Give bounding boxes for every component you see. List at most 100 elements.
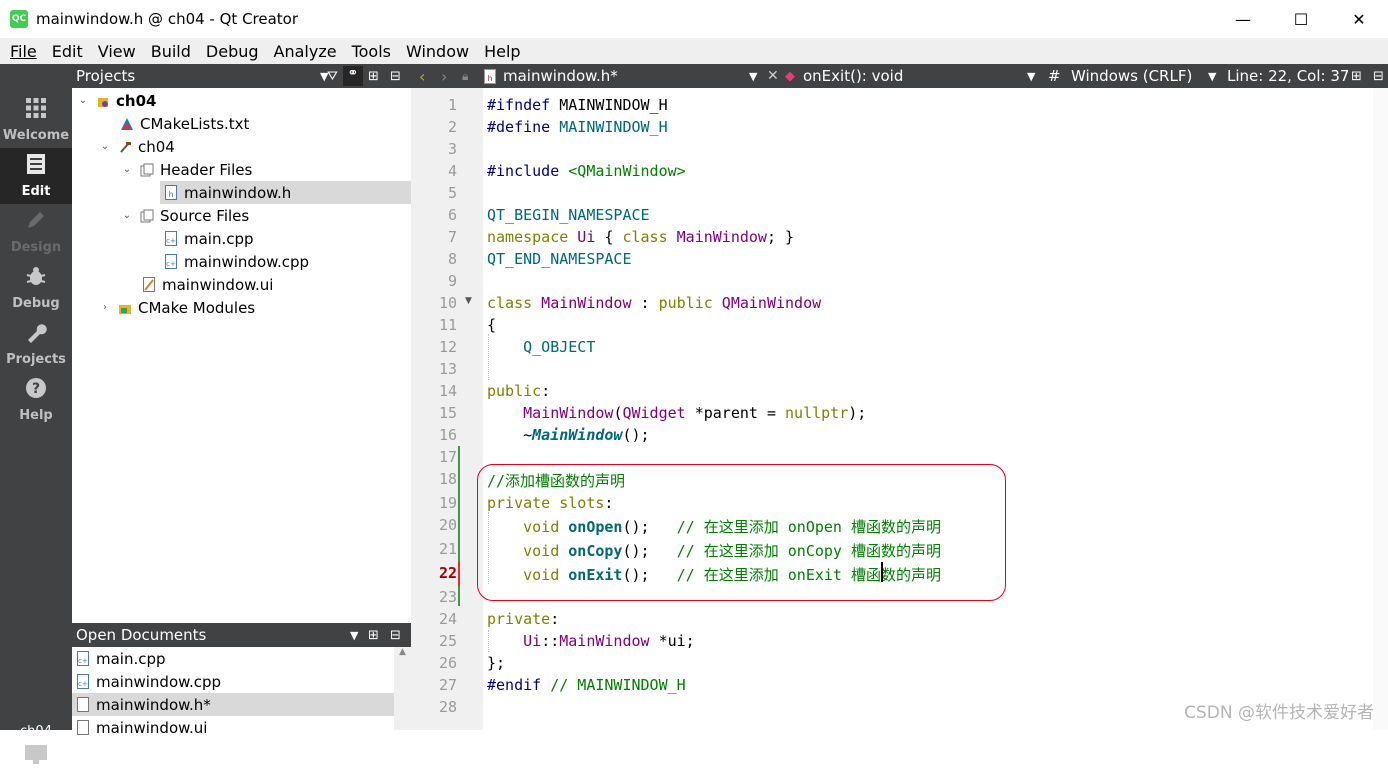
tree-item-label: mainwindow.cpp bbox=[184, 252, 310, 271]
menu-edit[interactable]: Edit bbox=[52, 42, 83, 61]
header-file-icon: h bbox=[164, 185, 178, 201]
tree-item-label: ch04 bbox=[116, 91, 157, 110]
editor-scrollbar[interactable] bbox=[1373, 88, 1388, 730]
mode-projects[interactable]: Projects bbox=[0, 316, 72, 372]
document-icon bbox=[26, 153, 46, 180]
code-token: }; bbox=[487, 654, 506, 672]
line-endings-dropdown-icon[interactable]: ▼ bbox=[1208, 64, 1216, 88]
open-documents-header: Open Documents ▼ ⊞ ⊟ bbox=[72, 623, 411, 647]
tree-item-label: mainwindow.h bbox=[184, 183, 292, 202]
chevron-right-icon[interactable]: › bbox=[98, 302, 112, 313]
header-file-icon: h bbox=[483, 68, 497, 84]
header-file-icon bbox=[76, 697, 90, 713]
line-number: 6 bbox=[447, 206, 457, 224]
cpp-file-icon: c+ bbox=[76, 674, 90, 690]
tree-item-mainwindow-ui[interactable]: mainwindow.ui bbox=[142, 273, 273, 296]
menu-analyze[interactable]: Analyze bbox=[274, 42, 337, 61]
maximize-button[interactable]: ☐ bbox=[1272, 0, 1330, 38]
code-editor[interactable]: #ifndef MAINWINDOW_H #define MAINWINDOW_… bbox=[483, 88, 1388, 730]
line-number: 17 bbox=[438, 448, 457, 466]
menu-view[interactable]: View bbox=[98, 42, 136, 61]
tree-item-cmakelists[interactable]: CMakeLists.txt bbox=[120, 112, 249, 135]
fold-marker-icon[interactable]: ▼ bbox=[465, 296, 472, 306]
back-arrow-icon[interactable]: ‹ bbox=[419, 64, 425, 88]
code-token: { bbox=[487, 316, 497, 334]
mode-edit[interactable]: Edit bbox=[0, 148, 72, 204]
code-token: MainWindow bbox=[559, 632, 650, 650]
chevron-down-icon[interactable]: ⌄ bbox=[120, 164, 134, 175]
open-documents-scrollbar[interactable]: ▲ bbox=[394, 647, 411, 730]
close-panel-icon[interactable]: ⊟ bbox=[390, 628, 401, 643]
indent-guide bbox=[488, 334, 489, 380]
pencil-icon bbox=[25, 209, 47, 236]
tree-item-header-files[interactable]: ⌄ Header Files bbox=[120, 158, 253, 181]
close-split-icon[interactable]: ⊟ bbox=[1373, 64, 1384, 88]
help-icon: ? bbox=[25, 377, 47, 404]
code-token: #include bbox=[487, 162, 560, 180]
close-file-icon[interactable]: ✕ bbox=[767, 64, 779, 88]
current-file-name: mainwindow.h* bbox=[503, 67, 618, 85]
menu-build[interactable]: Build bbox=[151, 42, 191, 61]
symbol-selector[interactable]: ◆ onExit(): void bbox=[785, 64, 903, 88]
line-number: 15 bbox=[438, 404, 457, 422]
menu-window[interactable]: Window bbox=[406, 42, 469, 61]
tree-item-source-files[interactable]: ⌄ Source Files bbox=[120, 204, 249, 227]
code-token: public bbox=[487, 382, 542, 400]
tree-item-main-cpp[interactable]: c+ main.cpp bbox=[164, 227, 254, 250]
code-token: #define bbox=[487, 118, 551, 136]
code-token: MAINWINDOW_H bbox=[550, 118, 668, 136]
code-token: Ui bbox=[487, 632, 542, 650]
mode-debug-label: Debug bbox=[12, 296, 60, 311]
tree-item-project[interactable]: ⌄ ch04 bbox=[76, 89, 157, 112]
open-documents-list: c+ main.cpp c+ mainwindow.cpp mainwindow… bbox=[72, 647, 411, 737]
open-doc-item-active[interactable]: mainwindow.h* bbox=[72, 693, 394, 716]
svg-text:?: ? bbox=[32, 381, 40, 397]
mode-help[interactable]: ? Help bbox=[0, 372, 72, 428]
code-token: : bbox=[631, 294, 659, 312]
chevron-down-icon[interactable]: ⌄ bbox=[76, 95, 90, 106]
menu-debug[interactable]: Debug bbox=[206, 42, 259, 61]
minimize-button[interactable]: — bbox=[1214, 0, 1272, 38]
code-token: :: bbox=[541, 632, 560, 650]
code-token: #ifndef bbox=[487, 96, 551, 114]
open-doc-item[interactable]: c+ mainwindow.cpp bbox=[72, 670, 394, 693]
code-token: (); bbox=[622, 426, 650, 444]
mode-welcome[interactable]: Welcome bbox=[0, 92, 72, 148]
mode-design[interactable]: Design bbox=[0, 204, 72, 260]
forward-arrow-icon[interactable]: › bbox=[441, 64, 447, 88]
menu-file[interactable]: File bbox=[10, 42, 37, 61]
cursor-position[interactable]: Line: 22, Col: 37 bbox=[1227, 64, 1349, 88]
annotation-highlight-box bbox=[477, 464, 1006, 601]
tree-item-cmake-modules[interactable]: › CMake Modules bbox=[98, 296, 255, 319]
chevron-down-icon[interactable]: ⌄ bbox=[98, 141, 112, 152]
split-icon[interactable]: ⊞ bbox=[368, 628, 379, 643]
line-endings-selector[interactable]: Windows (CRLF) bbox=[1071, 64, 1192, 88]
tree-item-target[interactable]: ⌄ ch04 bbox=[98, 135, 175, 158]
grid-icon bbox=[25, 97, 47, 124]
menu-help[interactable]: Help bbox=[484, 42, 520, 61]
tree-item-mainwindow-cpp[interactable]: c+ mainwindow.cpp bbox=[164, 250, 309, 273]
tree-item-mainwindow-h[interactable]: h mainwindow.h bbox=[160, 181, 411, 204]
open-doc-item[interactable]: mainwindow.ui bbox=[72, 716, 394, 739]
file-selector[interactable]: h mainwindow.h* bbox=[483, 64, 618, 88]
kit-selector[interactable]: ch04 bbox=[0, 724, 72, 771]
split-icon[interactable]: ⊞ bbox=[1351, 64, 1362, 88]
symbol-dropdown-icon[interactable]: ▼ bbox=[1027, 64, 1035, 88]
lock-icon: 🔒︎ bbox=[462, 68, 469, 83]
line-number: 3 bbox=[447, 140, 457, 158]
close-button[interactable]: ✕ bbox=[1330, 0, 1388, 38]
split-icon[interactable]: ⊞ bbox=[368, 69, 379, 84]
open-doc-item[interactable]: c+ main.cpp bbox=[72, 647, 394, 670]
chevron-down-icon[interactable]: ⌄ bbox=[120, 210, 134, 221]
mode-debug[interactable]: Debug bbox=[0, 260, 72, 316]
scroll-up-icon[interactable]: ▲ bbox=[394, 647, 411, 657]
menu-tools[interactable]: Tools bbox=[352, 42, 391, 61]
link-icon[interactable]: ⚭ bbox=[343, 66, 363, 86]
code-token: : bbox=[541, 382, 551, 400]
tree-item-label: Header Files bbox=[160, 160, 253, 179]
file-dropdown-icon[interactable]: ▼ bbox=[749, 64, 757, 88]
panel-dropdown-icon[interactable]: ▼ bbox=[350, 629, 358, 642]
close-panel-icon[interactable]: ⊟ bbox=[390, 69, 401, 84]
line-number: 9 bbox=[447, 272, 457, 290]
filter-icon[interactable]: ⛛ bbox=[327, 69, 338, 84]
